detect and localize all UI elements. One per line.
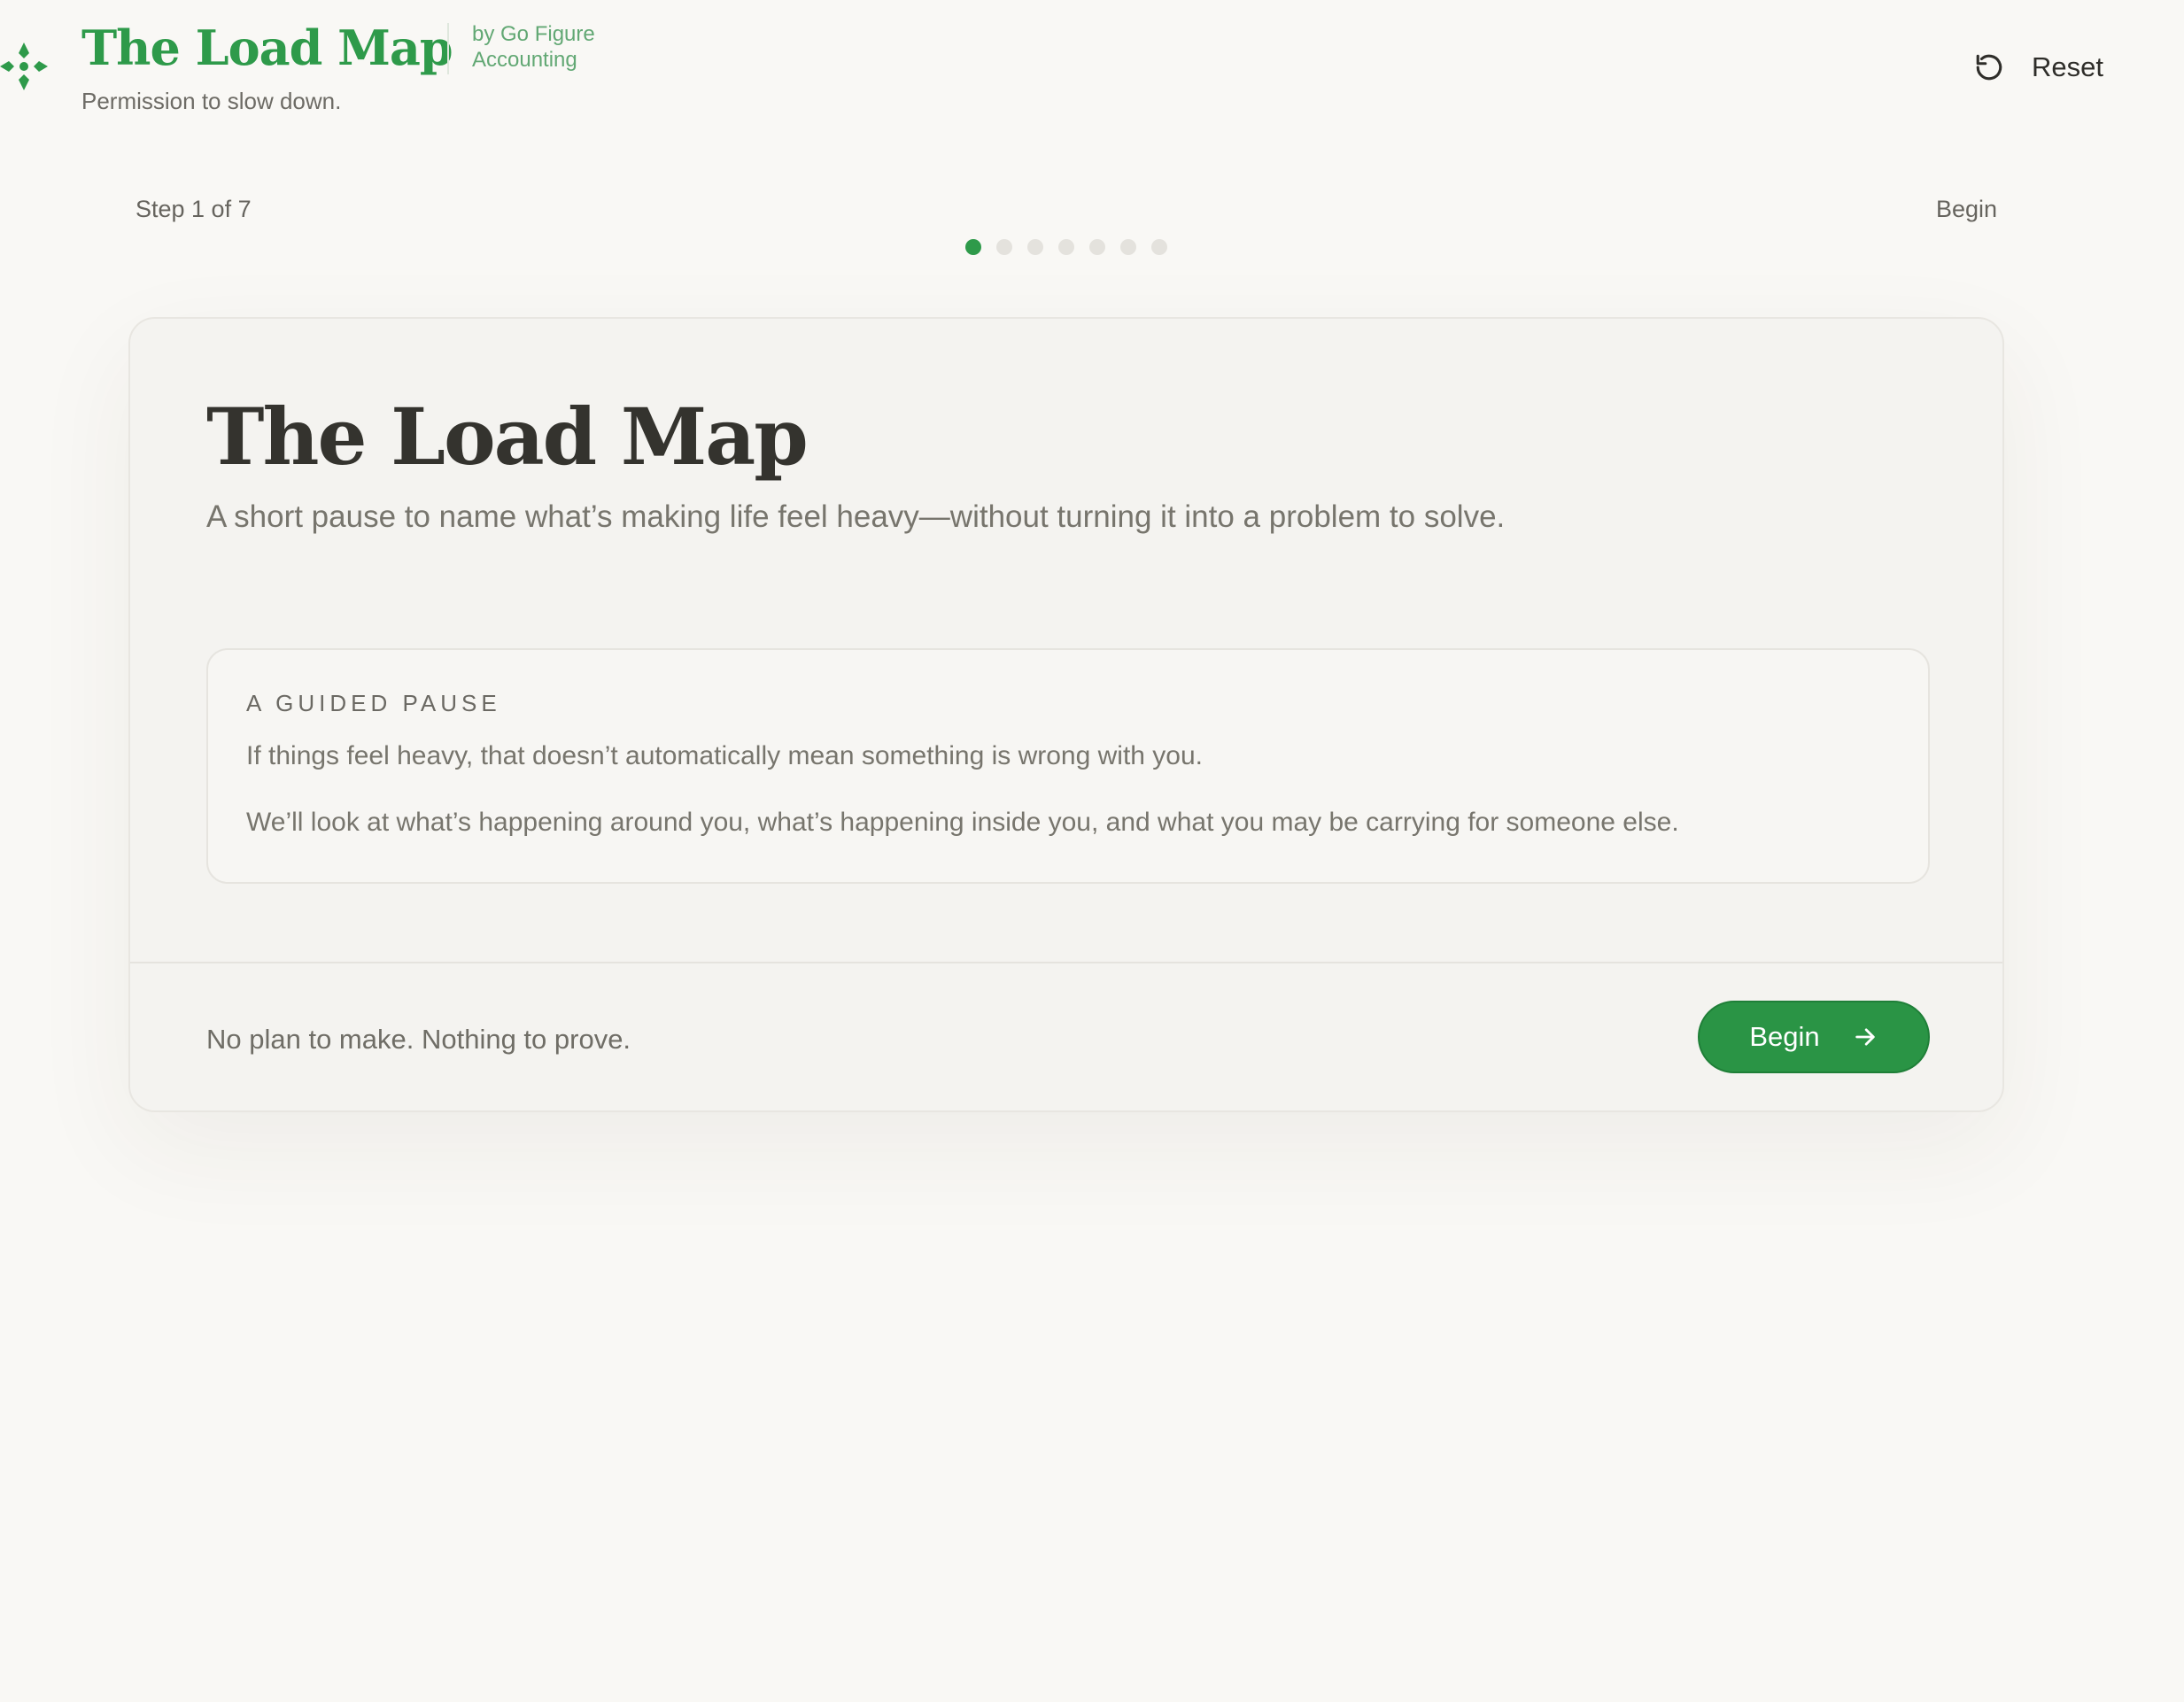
progress-dot-3[interactable] [1027, 239, 1043, 255]
guided-pause-box: A GUIDED PAUSE If things feel heavy, tha… [206, 648, 1930, 884]
brand-title: The Load Map [81, 19, 453, 76]
pause-text-2: We’ll look at what’s happening around yo… [246, 808, 1679, 837]
card-intro: A short pause to name what’s making life… [206, 499, 1506, 534]
arrow-right-icon [1852, 1024, 1878, 1050]
intro-card: The Load Map A short pause to name what’… [128, 317, 2004, 1112]
pause-text-1: If things feel heavy, that doesn’t autom… [246, 741, 1204, 770]
step-counter: Step 1 of 7 [136, 196, 252, 222]
brand-byline-line2: Accounting [472, 48, 577, 72]
compass-diamond-icon [0, 41, 48, 92]
tagline: Permission to slow down. [81, 88, 342, 114]
begin-label: Begin [1749, 1021, 1820, 1052]
footer-text: No plan to make. Nothing to prove. [206, 1024, 631, 1055]
progress-dot-7[interactable] [1151, 239, 1167, 255]
begin-button[interactable]: Begin [1698, 1001, 1930, 1073]
progress-dot-2[interactable] [996, 239, 1012, 255]
progress-dot-4[interactable] [1058, 239, 1074, 255]
card-title: The Load Map [206, 391, 809, 483]
app-header: The Load Map by Go Figure Accounting Per… [0, 0, 2184, 133]
brand-byline-line1: by Go Figure [472, 22, 595, 46]
brand-byline: by Go Figure Accounting [472, 21, 649, 73]
step-name: Begin [1935, 196, 1997, 222]
rotate-ccw-icon [1971, 50, 2007, 85]
brand-divider [447, 23, 449, 74]
reset-label: Reset [2032, 51, 2103, 82]
progress-dot-5[interactable] [1089, 239, 1105, 255]
pause-eyebrow: A GUIDED PAUSE [246, 690, 501, 716]
reset-button[interactable]: Reset [1971, 46, 2103, 89]
card-footer: No plan to make. Nothing to prove. Begin [130, 962, 2002, 1110]
progress-dot-6[interactable] [1120, 239, 1136, 255]
progress-dots [965, 239, 1167, 255]
progress-dot-1[interactable] [965, 239, 981, 255]
